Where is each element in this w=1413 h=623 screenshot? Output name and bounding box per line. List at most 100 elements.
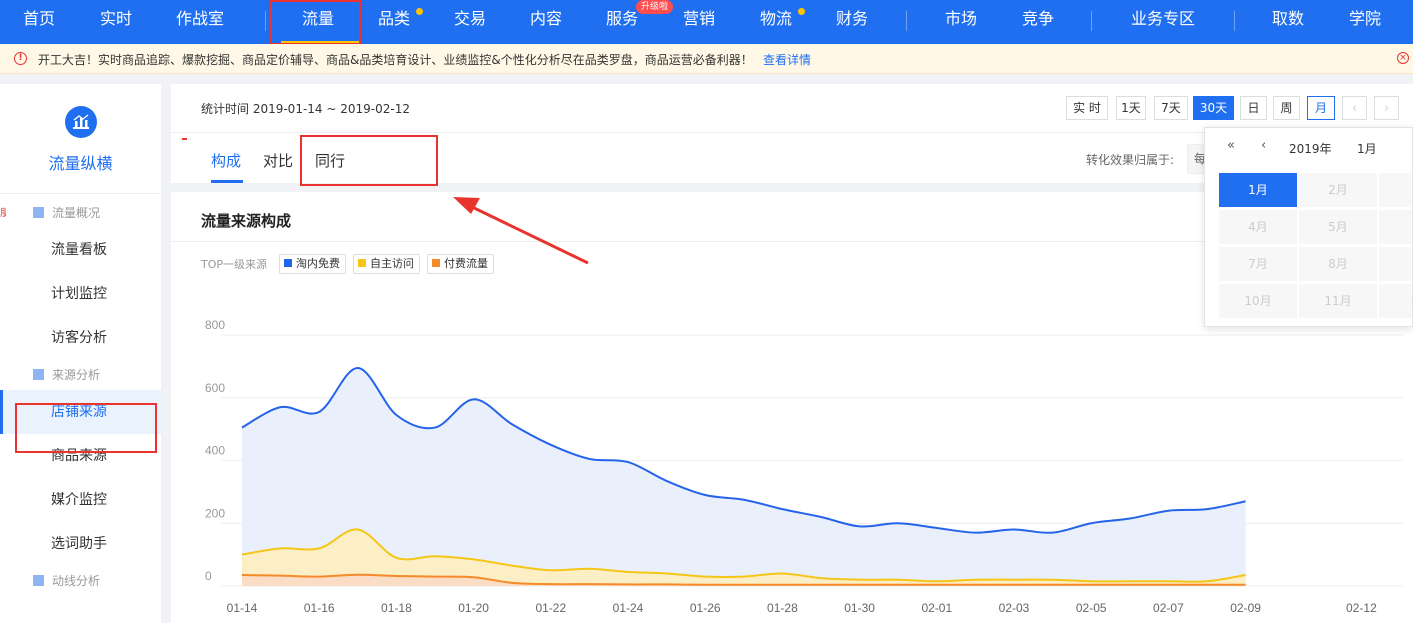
tab-active-underline — [211, 180, 243, 183]
close-icon[interactable]: × — [1397, 52, 1409, 64]
sidebar-group-label: 来源分析 — [52, 368, 101, 382]
picker-month-cell[interactable]: 10月 — [1219, 284, 1297, 318]
x-tick-label: 01-14 — [227, 601, 258, 615]
sidebar-item[interactable]: 商品来源 — [0, 434, 161, 478]
nav-item[interactable]: 品类 — [378, 0, 410, 44]
sidebar-item[interactable]: 店铺来源 — [0, 390, 161, 434]
stat-time: 统计时间 2019-01-14 ~ 2019-02-12 — [201, 102, 410, 116]
x-tick-label: 02-12 — [1346, 601, 1377, 615]
building-icon — [33, 575, 44, 586]
prev-period-button[interactable]: ‹ — [1342, 96, 1367, 120]
x-tick-label: 01-26 — [690, 601, 721, 615]
nav-item[interactable]: 财务 — [836, 0, 868, 44]
x-tick-label: 02-03 — [999, 601, 1030, 615]
x-tick-label: 01-16 — [304, 601, 335, 615]
x-tick-label: 01-22 — [535, 601, 566, 615]
picker-month-cell[interactable]: 5月 — [1299, 210, 1377, 244]
nav-item[interactable]: 营销 — [683, 0, 715, 44]
x-tick-label: 01-30 — [844, 601, 875, 615]
picker-year[interactable]: 2019年 — [1289, 140, 1332, 157]
picker-month-cell[interactable]: 4月 — [1219, 210, 1297, 244]
building-icon — [33, 207, 44, 218]
picker-month-cell[interactable]: 12 — [1379, 284, 1412, 318]
time-range-button[interactable]: 月 — [1307, 96, 1335, 120]
top-nav: 首页 实时 作战室 流量 品类 交易 内容 服务 升级啦 营销 物流 财务 市场 竞争 业务专区 取数 学院 — [0, 0, 1413, 44]
sidebar-item[interactable]: 选词助手 — [0, 522, 161, 566]
nav-item[interactable]: 竞争 — [1022, 0, 1054, 44]
nav-item[interactable]: 交易 — [454, 0, 486, 44]
building-icon — [33, 369, 44, 380]
nav-item[interactable]: 市场 — [945, 0, 977, 44]
traffic-logo-icon — [65, 106, 97, 138]
sidebar-cut-text: 朋 — [0, 208, 6, 218]
time-range-button[interactable]: 实 时 — [1066, 96, 1108, 120]
tab-peers[interactable]: 同行 — [315, 150, 345, 171]
sidebar-group-label: 动线分析 — [52, 574, 101, 588]
time-range-button[interactable]: 周 — [1273, 96, 1300, 120]
nav-item[interactable]: 实时 — [100, 0, 132, 44]
x-tick-label: 02-05 — [1076, 601, 1107, 615]
y-tick-label: 0 — [205, 569, 212, 583]
y-tick-label: 200 — [205, 506, 225, 520]
sidebar-title: 流量纵横 — [48, 154, 113, 173]
y-tick-label: 600 — [205, 381, 225, 395]
picker-month-cell[interactable]: 8月 — [1299, 247, 1377, 281]
sidebar-item[interactable]: 访客分析 — [0, 316, 161, 360]
nav-separator — [265, 11, 266, 31]
picker-month-cell[interactable]: 2月 — [1299, 173, 1377, 207]
picker-month-cell[interactable]: 7月 — [1219, 247, 1297, 281]
x-tick-label: 02-01 — [921, 601, 952, 615]
x-tick-label: 02-07 — [1153, 601, 1184, 615]
nav-new-dot — [416, 8, 423, 15]
picker-month-cell[interactable]: 6 — [1379, 210, 1412, 244]
series-area — [242, 367, 1246, 586]
notice-details-link[interactable]: 查看详情 — [763, 51, 811, 68]
sidebar-item[interactable]: 媒介监控 — [0, 478, 161, 522]
time-range-button[interactable]: 1天 — [1116, 96, 1146, 120]
x-tick-label: 02-09 — [1230, 601, 1261, 615]
sidebar-item[interactable]: 流量看板 — [0, 228, 161, 272]
next-period-button[interactable]: › — [1374, 96, 1399, 120]
nav-separator — [1091, 11, 1092, 31]
picker-month[interactable]: 1月 — [1357, 140, 1377, 157]
chevron-left-icon[interactable]: ‹ — [1261, 138, 1266, 153]
nav-item[interactable]: 服务 — [606, 0, 638, 44]
sidebar-group-label: 流量概况 — [52, 206, 101, 220]
month-picker: « ‹ 2019年 1月 1月2月34月5月67月8月910月11月12 — [1204, 127, 1413, 327]
warning-icon: ! — [14, 52, 27, 65]
nav-upgrade-badge: 升级啦 — [636, 0, 674, 14]
nav-item[interactable]: 流量 — [302, 0, 334, 44]
y-tick-label: 800 — [205, 318, 225, 332]
x-tick-label: 01-18 — [381, 601, 412, 615]
nav-item[interactable]: 学院 — [1349, 0, 1381, 44]
nav-separator — [906, 11, 907, 31]
nav-separator — [1234, 11, 1235, 31]
nav-new-dot — [798, 8, 805, 15]
picker-month-cell[interactable]: 11月 — [1299, 284, 1377, 318]
tab-composition[interactable]: 构成 — [211, 150, 241, 171]
nav-item[interactable]: 业务专区 — [1131, 0, 1195, 44]
sidebar-group: 流量概况 — [33, 204, 100, 221]
time-range-button[interactable]: 30天 — [1193, 96, 1234, 120]
conversion-label: 转化效果归属于: — [1086, 153, 1175, 167]
picker-month-cell[interactable]: 3 — [1379, 173, 1412, 207]
picker-month-cell[interactable]: 1月 — [1219, 173, 1297, 207]
nav-item[interactable]: 取数 — [1272, 0, 1304, 44]
picker-month-cell[interactable]: 9 — [1379, 247, 1412, 281]
sidebar-group: 动线分析 — [33, 572, 100, 589]
nav-item[interactable]: 作战室 — [176, 0, 224, 44]
time-range-button[interactable]: 日 — [1240, 96, 1267, 120]
sidebar-item[interactable]: 计划监控 — [0, 272, 161, 316]
sidebar-divider — [0, 193, 161, 194]
tab-compare[interactable]: 对比 — [263, 150, 293, 171]
time-range-button[interactable]: 7天 — [1154, 96, 1188, 120]
notice-bar: ! 开工大吉！实时商品追踪、爆款挖掘、商品定价辅导、商品&品类培育设计、业绩监控… — [0, 44, 1413, 74]
x-tick-label: 01-20 — [458, 601, 489, 615]
x-tick-label: 01-28 — [767, 601, 798, 615]
nav-item[interactable]: 物流 — [760, 0, 792, 44]
sidebar: 朋 流量纵横 流量概况流量看板 计划监控 访客分析来源分析店铺来源 商品来源 媒介监控选… — [0, 84, 161, 623]
nav-item[interactable]: 首页 — [23, 0, 55, 44]
notice-text: 开工大吉！实时商品追踪、爆款挖掘、商品定价辅导、商品&品类培育设计、业绩监控&个… — [38, 53, 753, 67]
nav-item[interactable]: 内容 — [530, 0, 562, 44]
double-chevron-left-icon[interactable]: « — [1227, 138, 1235, 153]
